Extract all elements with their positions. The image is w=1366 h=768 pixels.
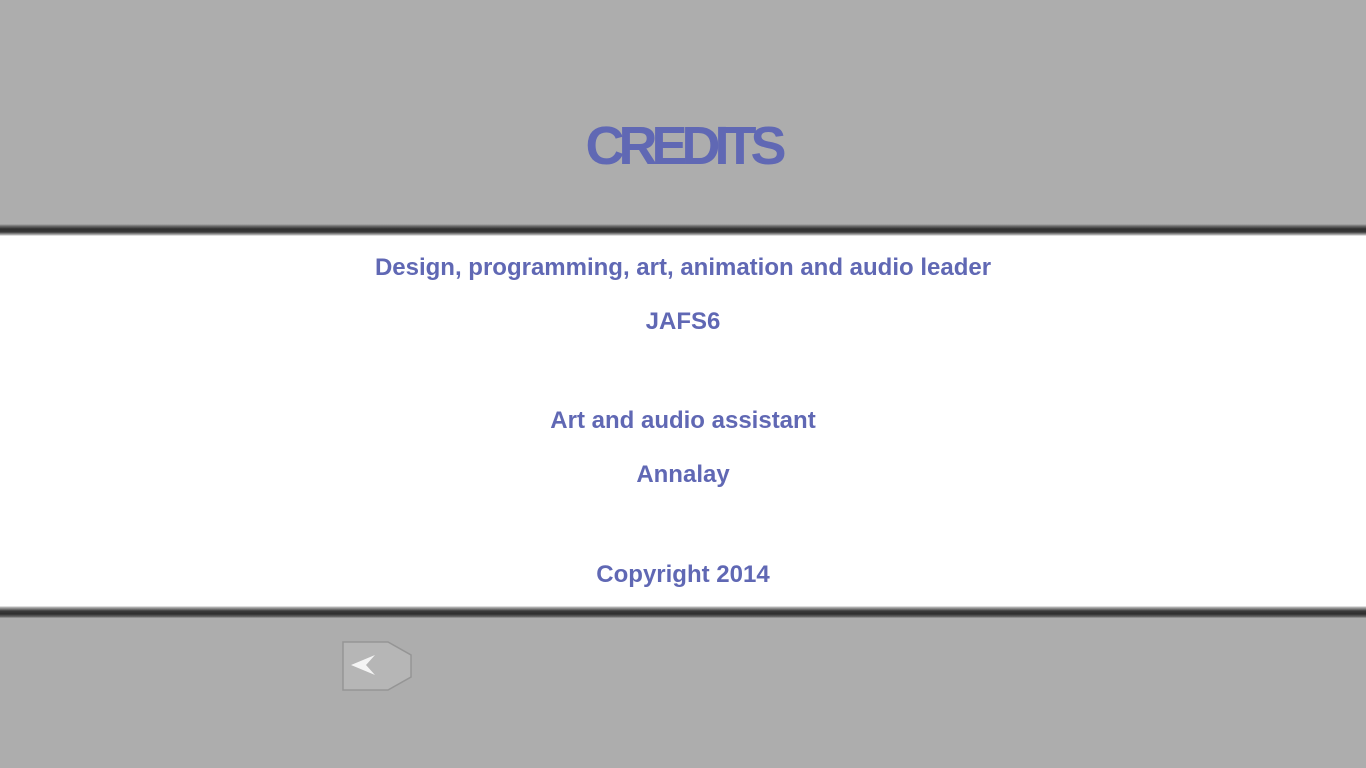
credit-name-2: Annalay [636,461,730,488]
credit-role-1: Design, programming, art, animation and … [374,254,992,281]
band-bottom-border [0,606,1366,618]
back-button[interactable] [342,641,412,691]
credit-role-2: Art and audio assistant [550,407,816,434]
credit-name-1: JAFS6 [645,308,721,335]
credits-screen: CREDITS Design, programming, art, animat… [0,0,1366,768]
page-title: CREDITS [585,116,786,176]
back-arrow-icon [342,641,412,691]
band-top-border [0,224,1366,236]
copyright-text: Copyright 2014 [596,561,770,588]
